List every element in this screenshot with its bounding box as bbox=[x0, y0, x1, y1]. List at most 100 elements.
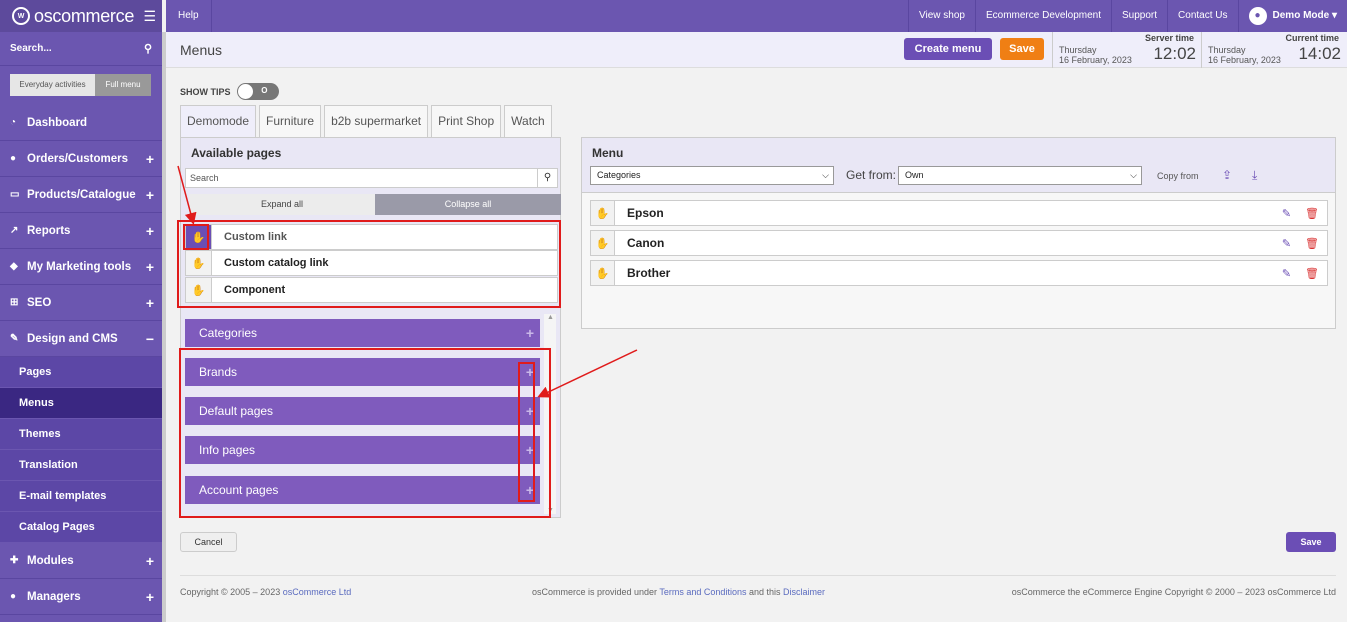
drag-handle-icon[interactable]: ✋ bbox=[591, 201, 615, 225]
expand-all-button[interactable]: Expand all bbox=[189, 194, 375, 215]
support-link[interactable]: Support bbox=[1111, 0, 1167, 32]
sidebar-item-seo[interactable]: ⊞ SEO + bbox=[0, 285, 162, 321]
sidebar-subitem-themes[interactable]: Themes bbox=[0, 419, 162, 450]
trash-icon[interactable]: 🗑 bbox=[1305, 237, 1319, 250]
sidebar-item-orders[interactable]: ● Orders/Customers + bbox=[0, 141, 162, 177]
page-title: Menus bbox=[180, 42, 223, 58]
sidebar-subitem-pages[interactable]: Pages bbox=[0, 357, 162, 388]
menu-item-label: Epson bbox=[627, 206, 664, 220]
save-bottom-button[interactable]: Save bbox=[1286, 532, 1336, 552]
plus-icon: + bbox=[145, 588, 154, 605]
sidebar-item-reports[interactable]: ↗ Reports + bbox=[0, 213, 162, 249]
logo-icon: W bbox=[12, 7, 30, 25]
section-categories[interactable]: Categories + bbox=[185, 319, 540, 347]
copy-from-link[interactable]: Copy from bbox=[1157, 171, 1199, 181]
sidebar-item-label: Products/Catalogue bbox=[27, 188, 136, 201]
trash-icon[interactable]: 🗑 bbox=[1305, 267, 1319, 280]
sidebar-item-label: Dashboard bbox=[27, 116, 88, 129]
sidebar-item-marketing[interactable]: ◆ My Marketing tools + bbox=[0, 249, 162, 285]
get-from-select[interactable]: Own ⌵ bbox=[898, 166, 1142, 185]
menu-select[interactable]: Categories ⌵ bbox=[590, 166, 834, 185]
chart-icon: ↗ bbox=[10, 225, 19, 236]
trash-icon[interactable]: 🗑 bbox=[1305, 207, 1319, 220]
menu-item-label: Brother bbox=[627, 266, 671, 280]
sidebar-subitem-translation[interactable]: Translation bbox=[0, 450, 162, 481]
view-shop-link[interactable]: View shop bbox=[908, 0, 975, 32]
plus-icon: + bbox=[145, 294, 154, 311]
menu-item-label: Canon bbox=[627, 236, 665, 250]
menu-select-value: Categories bbox=[597, 170, 641, 180]
show-tips-toggle[interactable]: O bbox=[236, 83, 279, 100]
chevron-down-icon: ⌵ bbox=[822, 170, 829, 180]
everyday-activities-button[interactable]: Everyday activities bbox=[10, 74, 95, 96]
logo-text: oscommerce bbox=[34, 5, 135, 26]
search-icon[interactable]: ⚲ bbox=[537, 168, 557, 188]
sidebar-item-label: Design and CMS bbox=[27, 332, 118, 345]
scroll-up-icon[interactable]: ▲ bbox=[547, 314, 554, 321]
tab-demomode[interactable]: Demomode bbox=[180, 105, 257, 137]
tag-icon: ◆ bbox=[10, 261, 18, 272]
collapse-all-button[interactable]: Collapse all bbox=[375, 194, 561, 215]
section-label: Categories bbox=[199, 326, 258, 340]
user-icon: ● bbox=[10, 591, 17, 602]
footer: Copyright © 2005 – 2023 osCommerce Ltd o… bbox=[180, 575, 1336, 597]
ecommerce-development-link[interactable]: Ecommerce Development bbox=[974, 0, 1111, 32]
sitemap-icon: ⊞ bbox=[10, 297, 19, 308]
sidebar-item-modules[interactable]: ✚ Modules + bbox=[0, 543, 162, 579]
logo[interactable]: W oscommerce ☰ bbox=[0, 0, 162, 32]
search-placeholder: Search bbox=[190, 173, 219, 183]
contact-us-link[interactable]: Contact Us bbox=[1167, 0, 1237, 32]
download-icon[interactable]: ⤓ bbox=[1252, 168, 1257, 183]
sidebar-item-label: Orders/Customers bbox=[27, 152, 128, 165]
sidebar-subitem-catalog-pages[interactable]: Catalog Pages bbox=[0, 512, 162, 543]
upload-icon[interactable]: ⇪ bbox=[1222, 168, 1232, 182]
user-menu[interactable]: ● Demo Mode ▾ bbox=[1237, 0, 1347, 32]
menu-item-row[interactable]: ✋ Brother ✎ 🗑 bbox=[590, 260, 1328, 286]
get-from-label: Get from: bbox=[846, 168, 897, 182]
full-menu-button[interactable]: Full menu bbox=[95, 74, 151, 96]
menu-panel: Menu Categories ⌵ Get from: Own ⌵ Copy f… bbox=[581, 137, 1336, 329]
help-link[interactable]: Help bbox=[166, 0, 212, 32]
create-menu-button[interactable]: Create menu bbox=[904, 38, 992, 60]
sidebar-item-dashboard[interactable]: ◔ Dashboard bbox=[0, 105, 162, 141]
sidebar-item-managers[interactable]: ● Managers + bbox=[0, 579, 162, 615]
chevron-down-icon: ▾ bbox=[1329, 10, 1337, 21]
tab-print-shop[interactable]: Print Shop bbox=[431, 105, 502, 137]
plus-icon: + bbox=[145, 150, 154, 167]
save-button[interactable]: Save bbox=[1000, 38, 1044, 60]
search-icon[interactable]: ⚲ bbox=[144, 42, 152, 55]
menu-item-row[interactable]: ✋ Canon ✎ 🗑 bbox=[590, 230, 1328, 256]
sidebar-subitem-menus[interactable]: Menus bbox=[0, 388, 162, 419]
plus-icon[interactable]: + bbox=[526, 325, 534, 341]
hamburger-icon[interactable]: ☰ bbox=[143, 8, 156, 25]
menu-item-row[interactable]: ✋ Epson ✎ 🗑 bbox=[590, 200, 1328, 226]
drag-handle-icon[interactable]: ✋ bbox=[591, 231, 615, 255]
sidebar-search[interactable]: Search... ⚲ bbox=[0, 32, 162, 66]
show-tips-label: SHOW TIPS bbox=[180, 86, 231, 97]
sidebar-subitem-email-templates[interactable]: E-mail templates bbox=[0, 481, 162, 512]
sidebar-item-label: SEO bbox=[27, 296, 52, 309]
server-time-label: Server time bbox=[1144, 33, 1194, 43]
plus-icon: + bbox=[145, 222, 154, 239]
dashboard-icon: ◔ bbox=[10, 117, 17, 128]
oscommerce-ltd-link[interactable]: osCommerce Ltd bbox=[283, 587, 352, 597]
pencil-icon[interactable]: ✎ bbox=[1282, 267, 1291, 280]
tab-watch[interactable]: Watch bbox=[504, 105, 552, 137]
plus-icon: + bbox=[145, 186, 154, 203]
sidebar-item-design-cms[interactable]: ✎ Design and CMS − bbox=[0, 321, 162, 357]
tab-furniture[interactable]: Furniture bbox=[259, 105, 322, 137]
expand-collapse: Expand all Collapse all bbox=[189, 194, 561, 215]
cancel-button[interactable]: Cancel bbox=[180, 532, 237, 552]
brush-icon: ✎ bbox=[10, 333, 19, 344]
pencil-icon[interactable]: ✎ bbox=[1282, 237, 1291, 250]
sidebar-item-products[interactable]: ▭ Products/Catalogue + bbox=[0, 177, 162, 213]
disclaimer-link[interactable]: Disclaimer bbox=[783, 587, 825, 597]
sidebar-item-label: Modules bbox=[27, 554, 74, 567]
available-pages-search[interactable]: Search ⚲ bbox=[185, 168, 558, 188]
available-pages-title: Available pages bbox=[191, 146, 282, 160]
drag-handle-icon[interactable]: ✋ bbox=[591, 261, 615, 285]
plus-icon: + bbox=[145, 258, 154, 275]
terms-link[interactable]: Terms and Conditions bbox=[659, 587, 746, 597]
tab-b2b-supermarket[interactable]: b2b supermarket bbox=[324, 105, 429, 137]
pencil-icon[interactable]: ✎ bbox=[1282, 207, 1291, 220]
